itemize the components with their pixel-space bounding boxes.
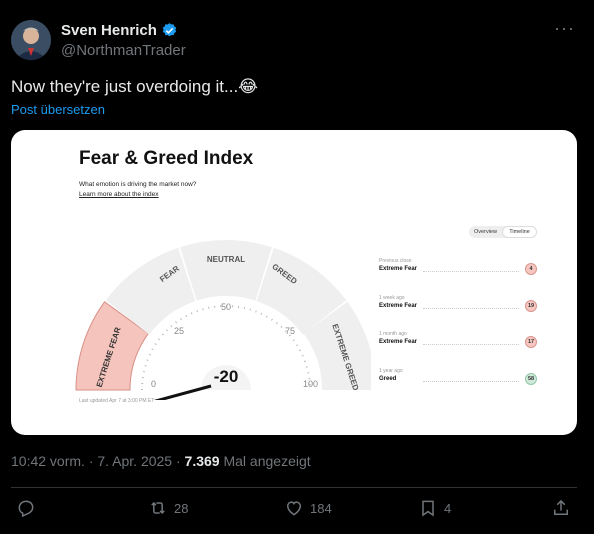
share-icon: [554, 499, 568, 515]
retweet-icon: [151, 501, 165, 515]
history-label: 1 year ago: [379, 368, 403, 374]
tick-0: 0: [151, 379, 156, 389]
verified-badge-icon: [162, 23, 177, 37]
retweet-count: 28: [174, 500, 189, 516]
history-label: 1 month ago: [379, 331, 407, 337]
history-value: Greed: [379, 376, 397, 382]
reply-icon: [18, 500, 34, 518]
more-options-icon[interactable]: ···: [554, 18, 575, 39]
chart-subtitle: What emotion is driving the market now?: [79, 181, 197, 188]
toggle-overview: Overview: [474, 229, 497, 235]
view-toggle: Overview Timeline: [469, 226, 537, 238]
bookmark-icon: [422, 500, 434, 517]
retweet-button[interactable]: 28: [148, 498, 188, 518]
segment-label-neutral: NEUTRAL: [207, 255, 245, 264]
action-bar: 28 184 4: [11, 498, 577, 528]
tick-50: 50: [221, 302, 231, 312]
reply-button[interactable]: [16, 498, 36, 518]
history-row: 1 month ago Extreme Fear 17: [379, 331, 539, 353]
bookmark-count: 4: [444, 500, 452, 516]
history-value: Extreme Fear: [379, 339, 418, 345]
chart-link: Learn more about the index: [79, 191, 159, 198]
tweet-image[interactable]: Fear & Greed Index What emotion is drivi…: [11, 130, 577, 435]
history-score: 4: [525, 263, 537, 275]
toggle-timeline: Timeline: [502, 226, 537, 238]
avatar-image: [11, 20, 51, 60]
views-label: Mal angezeigt: [219, 453, 311, 469]
history-score: 58: [525, 373, 537, 385]
avatar[interactable]: [11, 20, 51, 60]
heart-icon: [286, 501, 302, 516]
tweet-text: Now they're just overdoing it...😂: [11, 77, 259, 96]
history-score: 17: [525, 336, 537, 348]
gauge-value: -20: [214, 367, 239, 386]
author-name[interactable]: Sven Henrich: [61, 22, 157, 39]
gauge-segment-neutral: [180, 240, 272, 301]
author-handle[interactable]: @NorthmanTrader: [61, 42, 186, 59]
tweet-meta: 10:42 vorm. · 7. Apr. 2025 · 7.369 Mal a…: [11, 453, 311, 469]
history-label: Previous close: [379, 258, 412, 264]
divider: [11, 487, 577, 488]
tick-75: 75: [285, 326, 295, 336]
tick-100: 100: [303, 379, 318, 389]
chart-title: Fear & Greed Index: [79, 148, 254, 169]
history-value: Extreme Fear: [379, 303, 418, 309]
tweet-timestamp[interactable]: 10:42 vorm. · 7. Apr. 2025 ·: [11, 453, 185, 469]
like-button[interactable]: 184: [284, 498, 332, 518]
tick-25: 25: [174, 326, 184, 336]
history-row: Previous close Extreme Fear 4: [379, 258, 539, 280]
like-count: 184: [310, 500, 332, 516]
bookmark-button[interactable]: 4: [418, 498, 451, 518]
share-button[interactable]: [551, 498, 571, 518]
history-label: 1 week ago: [379, 295, 405, 301]
history-row: 1 week ago Extreme Fear 19: [379, 295, 539, 317]
history-row: 1 year ago Greed 58: [379, 368, 539, 390]
history-score: 19: [525, 300, 537, 312]
fear-greed-gauge: EXTREME FEAR FEAR NEUTRAL GREED EXTREME …: [75, 240, 371, 400]
view-count: 7.369: [184, 453, 220, 469]
tweet-header: Sven Henrich @NorthmanTrader ···: [11, 14, 583, 60]
last-updated: Last updated Apr 7 at 3:00 PM ET: [79, 398, 155, 404]
translate-link[interactable]: Post übersetzen: [11, 102, 105, 117]
history-value: Extreme Fear: [379, 266, 418, 272]
